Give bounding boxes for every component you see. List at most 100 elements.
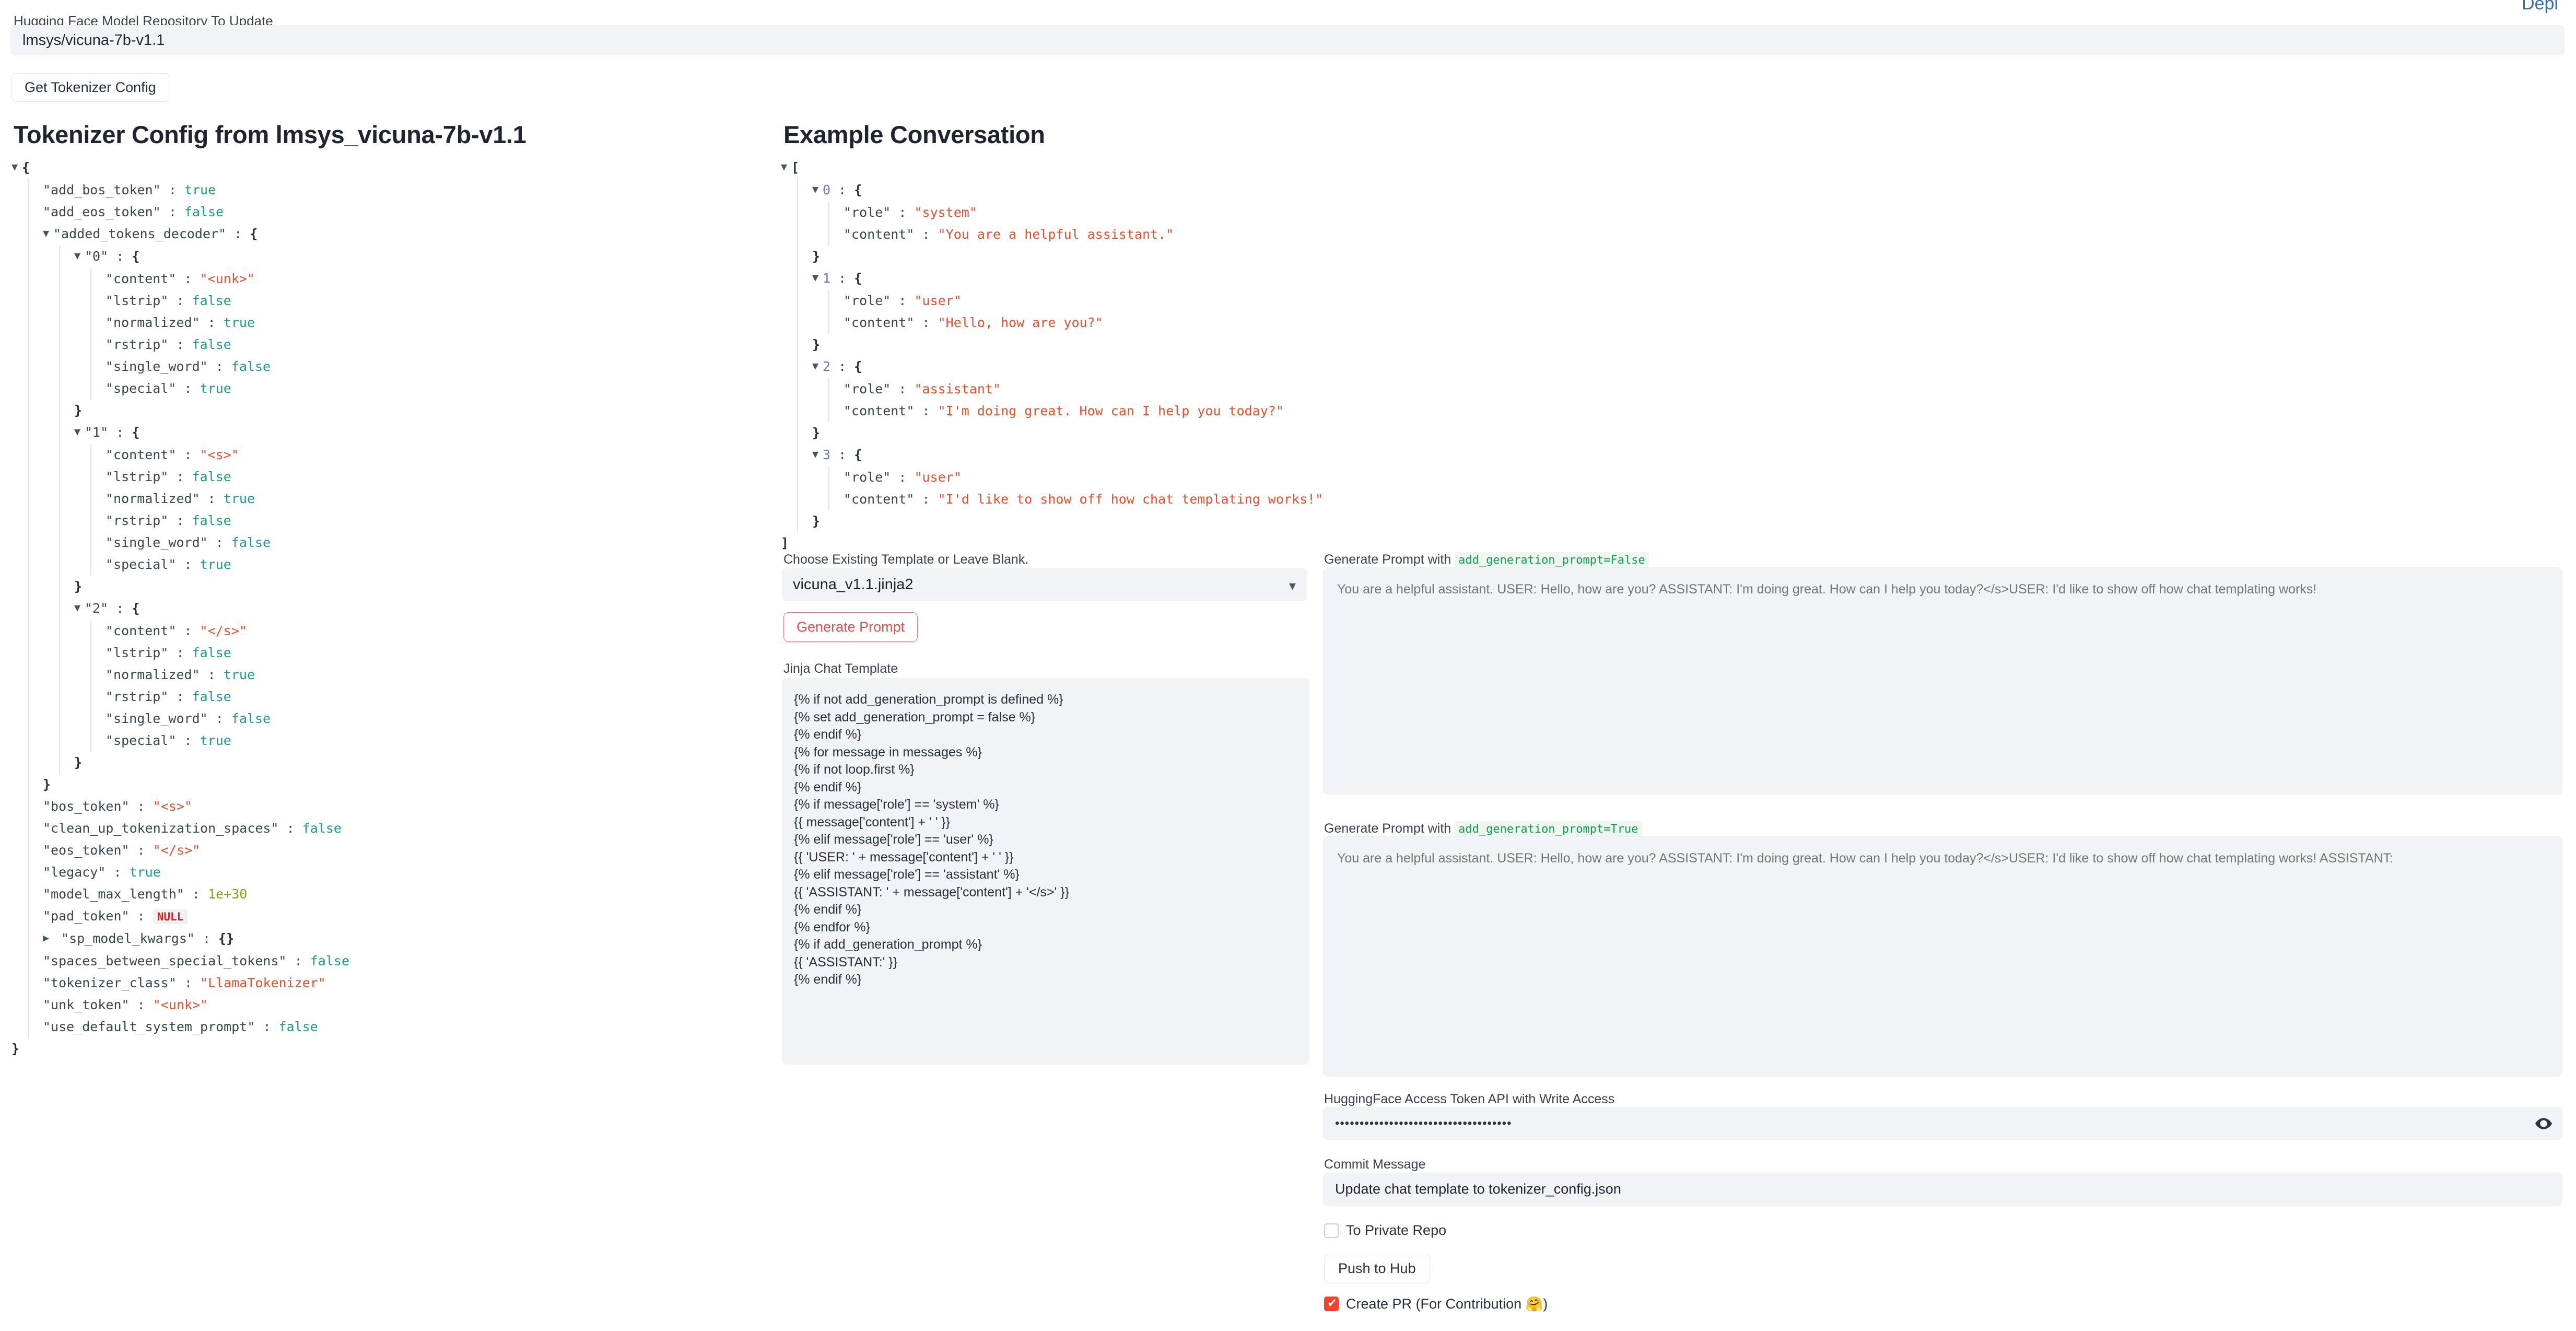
json-row[interactable]: 0 : { [812, 179, 1323, 202]
json-colon: : [108, 249, 132, 264]
to-private-repo-checkbox[interactable] [1324, 1223, 1339, 1238]
token-input-wrapper [1323, 1107, 2562, 1140]
json-row: "spaces_between_special_tokens" : false [43, 950, 349, 972]
json-bool-value: false [192, 293, 231, 308]
json-row[interactable]: 2 : { [812, 356, 1323, 378]
json-colon: : [168, 469, 192, 484]
json-row[interactable]: [ [781, 157, 1323, 179]
json-brace: { [854, 359, 862, 374]
json-string-value: "I'd like to show off how chat templatin… [938, 492, 1324, 507]
to-private-repo-row[interactable]: To Private Repo [1324, 1222, 1446, 1239]
json-children: "content" : "<unk>""lstrip" : false"norm… [90, 268, 349, 400]
json-key: "add_eos_token" [43, 204, 161, 219]
json-colon: : [130, 908, 153, 924]
get-tokenizer-config-button[interactable]: Get Tokenizer Config [11, 73, 169, 102]
generated-prompt-true-label: Generate Prompt with add_generation_prom… [1324, 821, 1642, 836]
generate-prompt-button[interactable]: Generate Prompt [783, 612, 918, 642]
caret-right-icon[interactable] [43, 927, 53, 949]
commit-message-input[interactable] [1323, 1173, 2562, 1206]
template-select[interactable]: vicuna_v1.1.jinja2 [782, 568, 1307, 601]
json-bool-value: true [130, 865, 161, 880]
json-row: "content" : "I'm doing great. How can I … [844, 400, 1323, 422]
eye-icon[interactable] [2532, 1114, 2555, 1133]
json-row[interactable]: "added_tokens_decoder" : { [43, 223, 349, 246]
caret-down-icon[interactable] [812, 355, 823, 377]
create-pr-checkbox[interactable] [1324, 1297, 1339, 1311]
json-colon: : [914, 403, 938, 418]
json-colon: : [200, 667, 224, 682]
json-row: "role" : "system" [844, 202, 1323, 224]
caret-down-icon[interactable] [74, 421, 85, 442]
json-row: "clean_up_tokenization_spaces" : false [43, 818, 349, 839]
json-key: "unk_token" [43, 997, 130, 1012]
json-brace: } [812, 249, 820, 264]
json-bool-value: false [231, 359, 271, 374]
generated-prompt-false-textarea[interactable] [1323, 567, 2562, 795]
json-row[interactable]: 3 : { [812, 444, 1323, 466]
token-input[interactable] [1323, 1107, 2562, 1140]
json-key: "normalized" [106, 667, 200, 682]
json-bool-value: false [231, 711, 271, 726]
json-row: "normalized" : true [106, 664, 349, 686]
json-colon: : [168, 293, 192, 308]
json-row[interactable]: "0" : { [74, 246, 349, 268]
json-key: "pad_token" [43, 908, 130, 924]
json-row[interactable]: "2" : { [74, 598, 349, 620]
json-row: "add_eos_token" : false [43, 201, 349, 223]
json-row[interactable]: "1" : { [74, 422, 349, 444]
push-to-hub-button[interactable]: Push to Hub [1324, 1254, 1430, 1283]
json-colon: : [200, 491, 224, 506]
json-children: 0 : {"role" : "system""content" : "You a… [797, 179, 1323, 532]
json-bool-value: false [279, 1019, 318, 1034]
json-colon: : [287, 953, 310, 968]
caret-down-icon[interactable] [74, 597, 85, 618]
json-colon: : [130, 997, 153, 1012]
json-key: "content" [106, 447, 176, 462]
caret-down-icon[interactable] [812, 443, 823, 465]
json-row[interactable]: "sp_model_kwargs" : {} [43, 928, 349, 950]
json-key: "single_word" [106, 535, 208, 550]
json-colon: : [195, 931, 218, 946]
caret-down-icon[interactable] [812, 178, 823, 200]
caret-down-icon[interactable] [43, 222, 53, 244]
json-key: "special" [106, 381, 176, 396]
json-row[interactable]: { [11, 157, 349, 179]
json-colon: : [208, 535, 231, 550]
json-row: } [43, 774, 349, 796]
caret-down-icon[interactable] [74, 244, 85, 266]
json-bool-value: true [224, 315, 255, 330]
json-bool-value: false [310, 953, 349, 968]
json-key: "content" [844, 315, 914, 330]
json-row[interactable]: 1 : { [812, 267, 1323, 290]
json-row: "role" : "user" [844, 290, 1323, 312]
json-colon: : [106, 865, 129, 880]
jinja-template-textarea[interactable] [782, 678, 1309, 1065]
caret-down-icon[interactable] [781, 156, 791, 178]
json-row: "normalized" : true [106, 312, 349, 334]
json-key: "lstrip" [106, 293, 168, 308]
json-children: "role" : "user""content" : "I'd like to … [828, 466, 1323, 510]
json-row: "single_word" : false [106, 532, 349, 554]
json-colon: : [830, 447, 854, 462]
deploy-link[interactable]: Depl [2522, 0, 2558, 14]
json-row: } [11, 1038, 349, 1060]
json-string-value: "user" [914, 293, 961, 308]
json-colon: : [130, 799, 153, 814]
json-row: "special" : true [106, 730, 349, 752]
json-key: "content" [844, 403, 914, 418]
json-bool-value: false [192, 337, 231, 352]
tokenizer-config-json-tree: {"add_bos_token" : true"add_eos_token" :… [11, 157, 349, 1060]
json-brace: } [812, 425, 820, 440]
create-pr-row[interactable]: Create PR (For Contribution 🤗) [1324, 1295, 1548, 1312]
json-key: "eos_token" [43, 843, 130, 858]
generated-prompt-true-textarea[interactable] [1323, 836, 2562, 1077]
json-colon: : [914, 315, 938, 330]
caret-down-icon[interactable] [11, 156, 22, 178]
json-bool-value: false [302, 821, 342, 836]
json-colon: : [161, 204, 184, 219]
repo-input[interactable] [10, 25, 2565, 55]
json-brace: } [812, 337, 820, 352]
json-null-value: NULL [153, 909, 188, 924]
template-select-label: Choose Existing Template or Leave Blank. [783, 552, 1028, 567]
caret-down-icon[interactable] [812, 266, 823, 288]
